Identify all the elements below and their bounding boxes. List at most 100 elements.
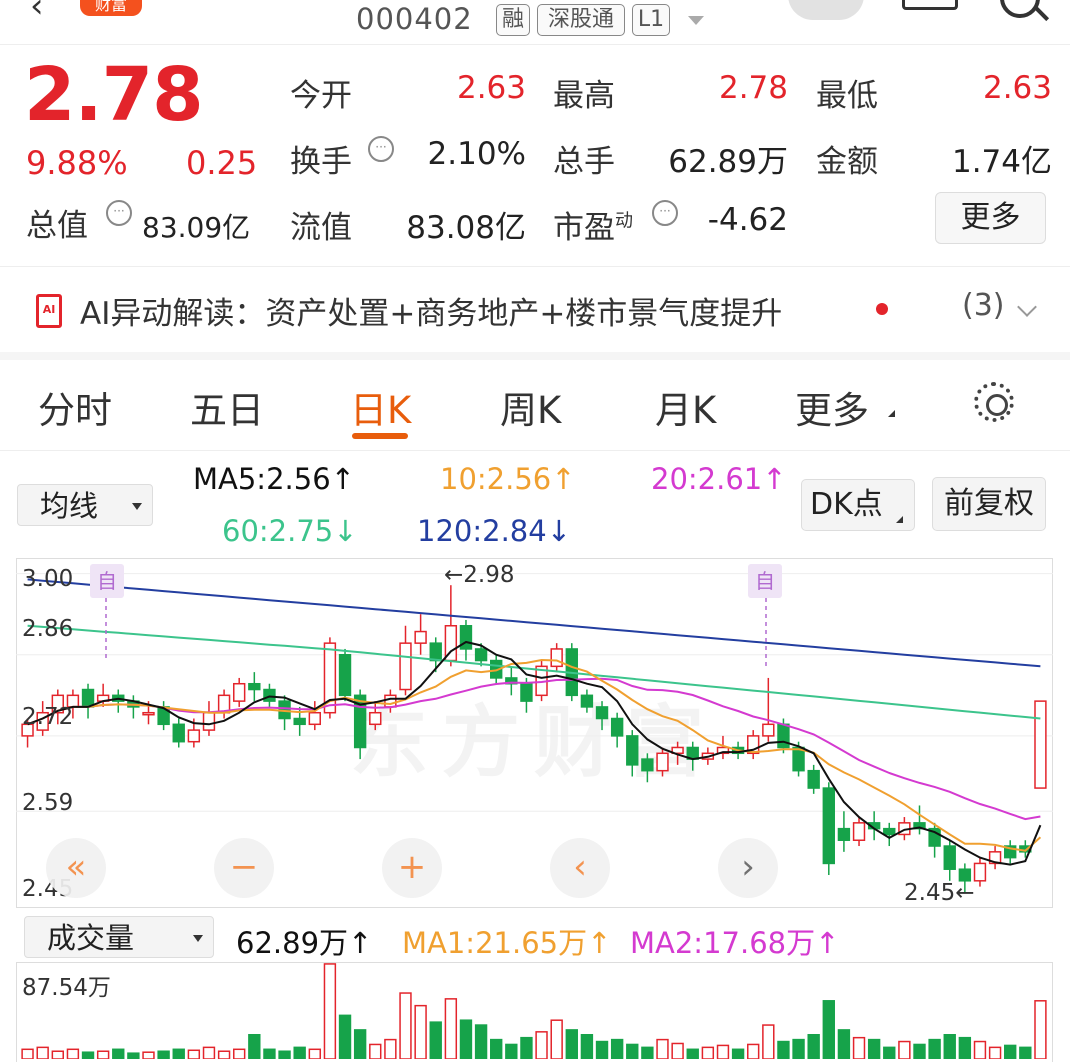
candle-body (626, 735, 639, 766)
top-bar: ‹ 财富 000402 融 深股通 L1 (0, 0, 1070, 44)
volume-chart[interactable] (16, 962, 1053, 1059)
volume-bar (338, 1014, 352, 1059)
portfolio-icon[interactable] (902, 0, 958, 10)
tab-daily-k[interactable]: 日K (350, 380, 411, 434)
avatar[interactable] (788, 0, 864, 20)
volume-bar (127, 1052, 140, 1059)
volume-bar (51, 1050, 64, 1059)
back-icon[interactable]: ‹ (30, 0, 44, 26)
gear-icon[interactable] (974, 382, 1014, 422)
candle-body (656, 752, 669, 772)
candle-body (233, 682, 246, 702)
candle-body (610, 717, 624, 737)
candle-body (172, 723, 185, 743)
volume-bar (384, 1038, 397, 1059)
volume-bar (248, 1034, 261, 1059)
search-icon[interactable] (1000, 0, 1040, 18)
volume-bar (777, 1040, 790, 1059)
candle-body (777, 723, 790, 749)
info-icon[interactable]: ··· (652, 200, 678, 226)
stock-switch-dropdown-icon[interactable] (688, 16, 704, 25)
volume-bar (21, 1048, 34, 1059)
volume-bar (474, 1024, 488, 1059)
volume-bar (610, 1038, 624, 1059)
scroll-start-button[interactable]: « (46, 838, 106, 898)
volume-bar (988, 1046, 1002, 1059)
tab-more[interactable]: 更多 (795, 380, 869, 434)
info-icon[interactable]: ··· (106, 200, 132, 226)
indicator-select[interactable]: 均线 (17, 484, 153, 526)
candle-body (263, 688, 276, 702)
candle-body (187, 729, 201, 743)
tab-monthly-k[interactable]: 月K (655, 380, 716, 434)
divider (0, 44, 1070, 45)
volume-bar (1004, 1044, 1017, 1059)
candle-body (943, 845, 956, 870)
candle-body (762, 723, 775, 737)
open-value: 2.63 (456, 70, 526, 106)
volume-bar (701, 1046, 715, 1059)
kline-chart[interactable] (16, 558, 1053, 908)
volume-bar (580, 1034, 594, 1059)
scroll-left-button[interactable]: ‹ (550, 838, 610, 898)
scroll-right-button[interactable]: › (718, 838, 778, 898)
dk-point-button[interactable]: DK点 (801, 479, 915, 531)
ai-insight-count[interactable]: (3) (962, 288, 1005, 323)
volume-bar (369, 1043, 382, 1059)
marker-self[interactable]: 自 (90, 564, 124, 598)
tag-level: L1 (632, 4, 670, 36)
unread-dot (876, 303, 888, 315)
more-button[interactable]: 更多 (935, 192, 1046, 244)
amount-label: 金额 (816, 144, 878, 180)
volume-bar (928, 1038, 941, 1059)
candle-body (369, 711, 382, 726)
tab-five-day[interactable]: 五日 (190, 380, 264, 434)
tab-intraday[interactable]: 分时 (38, 380, 112, 434)
volume-bar (278, 1050, 291, 1059)
active-tab-indicator (352, 433, 408, 439)
candle-body (520, 682, 533, 702)
volume-bar (414, 1004, 427, 1059)
volume-bar (293, 1046, 306, 1059)
ai-report-icon: AI (36, 294, 62, 328)
volume-bar (520, 1036, 533, 1059)
y-tick: 2.59 (22, 790, 74, 816)
candle-body (807, 769, 820, 789)
candle-body (474, 648, 488, 662)
marker-self[interactable]: 自 (748, 564, 782, 598)
high-marker: ←2.98 (444, 562, 515, 588)
low-label: 最低 (816, 78, 878, 114)
volume-bar (943, 1034, 956, 1059)
volume-indicator-select[interactable]: 成交量 (24, 916, 214, 958)
volume-bar (187, 1049, 201, 1059)
volume-bar (112, 1048, 125, 1059)
adjust-price-button[interactable]: 前复权 (932, 477, 1046, 531)
zoom-in-button[interactable]: + (382, 838, 442, 898)
low-marker: 2.45← (904, 880, 975, 906)
volume-bar (353, 1029, 367, 1059)
chevron-down-icon[interactable] (1017, 297, 1037, 317)
brand-badge: 财富 (80, 0, 142, 16)
ma10-value: 10:2.56↑ (440, 462, 576, 496)
tab-weekly-k[interactable]: 周K (500, 380, 561, 434)
candle-body (973, 862, 987, 882)
candle-body (308, 711, 321, 726)
tag-connect: 深股通 (537, 4, 625, 36)
candle-body (293, 717, 306, 726)
volume-bar (399, 992, 412, 1059)
high-value: 2.78 (718, 70, 788, 106)
y-tick: 2.72 (22, 704, 74, 730)
zoom-out-button[interactable]: − (214, 838, 274, 898)
open-label: 今开 (290, 78, 352, 114)
info-icon[interactable]: ··· (368, 136, 394, 162)
candle-body (837, 827, 851, 841)
volume-ma2: MA2:17.68万↑ (630, 926, 840, 960)
candle-body (384, 694, 397, 708)
y-tick: 2.86 (22, 616, 74, 642)
pe-label: 市盈动 (553, 210, 633, 246)
volume-bar (217, 1050, 231, 1059)
float-value: 83.08亿 (406, 210, 526, 246)
volume-bar (883, 1046, 896, 1059)
ai-insight-text[interactable]: AI异动解读：资产处置+商务地产+楼市景气度提升 (80, 288, 782, 333)
ma60-line (27, 624, 1041, 720)
